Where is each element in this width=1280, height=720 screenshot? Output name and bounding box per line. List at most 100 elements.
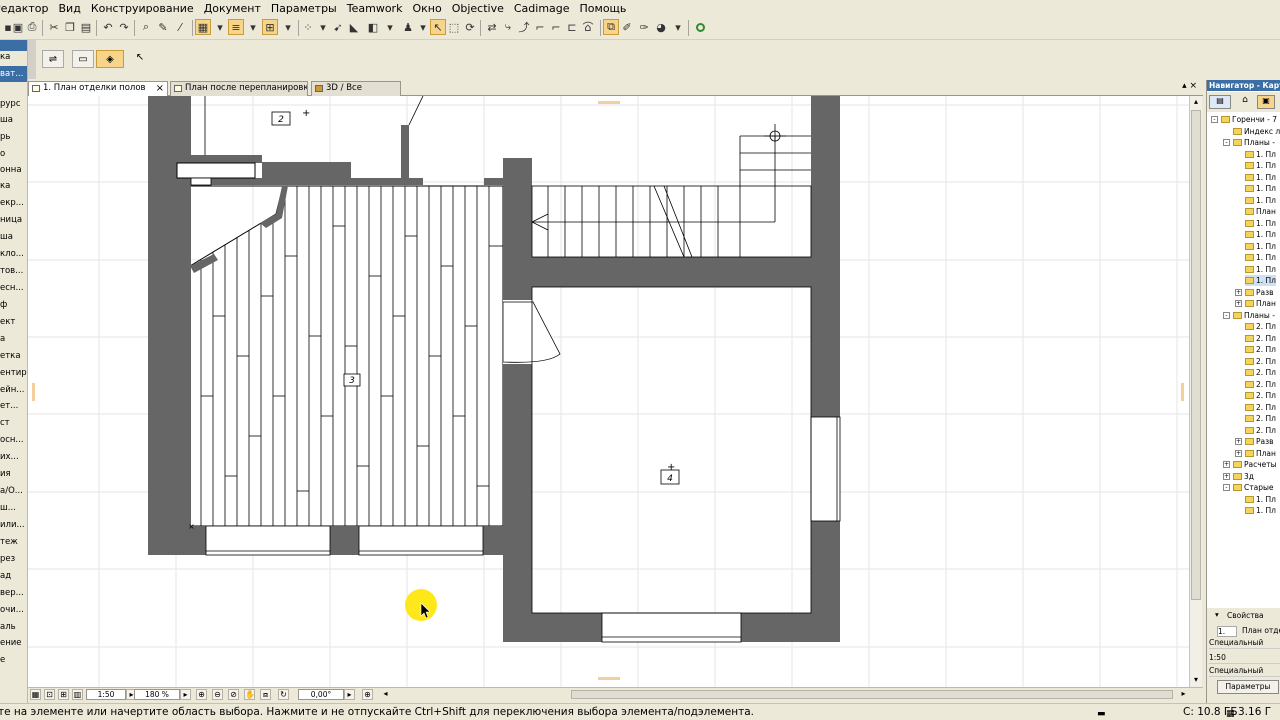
view-id-field[interactable]: 1. (1217, 626, 1237, 637)
tool-item[interactable]: вер... (0, 585, 27, 601)
tree-item[interactable]: + План (1235, 298, 1276, 309)
floor-plan-canvas[interactable]: 2 + 3 4 + × (28, 96, 1189, 687)
tool-item[interactable]: ет... (0, 398, 27, 414)
tree-item[interactable]: + Разв (1235, 436, 1274, 447)
scale-prop-field[interactable]: 1:50 (1209, 653, 1280, 664)
quick-options-icon[interactable]: ▦ (30, 689, 41, 700)
vertical-scrollbar[interactable]: ▴ ▾ (1189, 96, 1202, 687)
tree-expander-icon[interactable]: + (1223, 461, 1230, 468)
scroll-right-icon[interactable]: ▸ (1178, 689, 1189, 700)
scale-field[interactable]: 1:50 (86, 689, 126, 700)
model-icon[interactable]: ◧ (365, 19, 381, 35)
tool-item[interactable]: рурс (0, 96, 27, 112)
layer-combination-field[interactable]: Специальный (1209, 638, 1280, 649)
orientation-field[interactable]: 0,00° (298, 689, 344, 700)
tree-item[interactable]: 1. Пл (1245, 494, 1276, 505)
undo-icon[interactable]: ↶ (100, 19, 116, 35)
tool-item[interactable]: их... (0, 449, 27, 465)
view-icon[interactable]: ⧉ (603, 19, 619, 35)
tree-item[interactable]: 2. Пл (1245, 333, 1276, 344)
figure-dropdown-icon[interactable]: ▾ (415, 19, 431, 35)
tool-item-selected[interactable]: ват... (0, 66, 27, 82)
tool-item[interactable]: ш... (0, 500, 27, 516)
tool-item[interactable]: онна (0, 162, 27, 178)
tree-item[interactable]: - Планы - (1223, 137, 1275, 148)
print-icon[interactable]: ⎙ (24, 19, 40, 35)
drag-icon[interactable]: ⤴ (516, 19, 532, 35)
tree-item[interactable]: 2. Пл (1245, 425, 1276, 436)
tool-item[interactable]: ша (0, 112, 27, 128)
tree-expander-icon[interactable]: - (1223, 139, 1230, 146)
structure-display-field[interactable]: Специальный (1209, 666, 1280, 677)
tree-item[interactable]: 2. Пл (1245, 344, 1276, 355)
tool-item[interactable]: екр... (0, 195, 27, 211)
menu-design[interactable]: Конструирование (86, 2, 199, 15)
arrow-icon[interactable]: ➹ (330, 19, 346, 35)
tree-expander-icon[interactable]: + (1235, 288, 1242, 296)
floor-plan-drawing[interactable]: 2 + 3 4 + × (28, 96, 1189, 687)
house-icon[interactable]: ⌂ (580, 19, 596, 35)
tree-item[interactable]: - Горенчи - 7 (1211, 114, 1277, 125)
arrow-tool-icon[interactable]: ↖ (130, 48, 150, 66)
tree-item[interactable]: Индекс л (1233, 126, 1280, 137)
tool-item[interactable]: есн... (0, 280, 27, 296)
tree-expander-icon[interactable]: + (1235, 438, 1242, 445)
tree-expander-icon[interactable]: - (1223, 484, 1230, 491)
marquee-icon[interactable]: ⬚ (446, 19, 462, 35)
palette-dropdown-icon[interactable]: ▾ (670, 19, 686, 35)
tree-item[interactable]: 2. Пл (1245, 402, 1276, 413)
rotate-view-icon[interactable]: ↻ (278, 689, 289, 700)
tree-item[interactable]: 1. Пл (1245, 149, 1276, 160)
scroll-thumb[interactable] (1191, 110, 1201, 600)
menu-cadimage[interactable]: Cadimage (509, 2, 575, 15)
view-name-field[interactable]: План отдел (1242, 626, 1280, 635)
close-icon[interactable]: × (156, 82, 164, 95)
tree-item[interactable]: 1. Пл (1245, 275, 1276, 286)
view-map-icon[interactable]: ⌂ (1237, 95, 1253, 109)
tree-item[interactable]: 2. Пл (1245, 367, 1276, 378)
tree-item[interactable]: 1. Пл (1245, 183, 1276, 194)
scroll-left-icon[interactable]: ◂ (380, 689, 391, 700)
tool-item[interactable]: рь (0, 129, 27, 145)
redo-icon[interactable]: ↷ (116, 19, 132, 35)
tree-item[interactable]: + Разв (1235, 287, 1274, 298)
tool-item[interactable]: ентир (0, 365, 27, 381)
figure-icon[interactable]: ♟ (400, 19, 416, 35)
info-box-grip[interactable] (28, 40, 36, 79)
split-icon[interactable]: ⌐ (532, 19, 548, 35)
tree-item[interactable]: 1. Пл (1245, 160, 1276, 171)
rotate-icon[interactable]: ⟳ (462, 19, 478, 35)
tool-item[interactable]: осн... (0, 432, 27, 448)
tab-floor-finish-plan[interactable]: 1. План отделки полов × (28, 81, 168, 96)
tool-item[interactable]: а/О... (0, 483, 27, 499)
tool-item[interactable]: аль (0, 619, 27, 635)
layout-book-icon[interactable]: ▣ (1257, 95, 1275, 109)
offset-icon[interactable]: ⤷ (500, 19, 516, 35)
tool-item[interactable]: кло... (0, 246, 27, 262)
zoom-in-icon[interactable]: ⊕ (196, 689, 207, 700)
menu-options[interactable]: Параметры (266, 2, 342, 15)
brush-icon[interactable]: ✑ (636, 19, 652, 35)
palette-icon[interactable]: ◕ (653, 19, 669, 35)
tree-item[interactable]: 2. Пл (1245, 413, 1276, 424)
tab-plan-after-replanning[interactable]: План после перепланировки... (170, 81, 308, 96)
tool-item[interactable]: ка (0, 49, 27, 65)
layer-dropdown-icon[interactable]: ▾ (212, 19, 228, 35)
tree-expander-icon[interactable]: - (1223, 311, 1230, 319)
tree-item[interactable]: 1. Пл (1245, 218, 1276, 229)
tree-item[interactable]: - Планы - (1223, 310, 1275, 321)
zoom-out-icon[interactable]: ⊖ (212, 689, 223, 700)
menu-teamwork[interactable]: Teamwork (342, 2, 408, 15)
horizontal-scroll-thumb[interactable] (571, 690, 1173, 699)
rectangle-marquee-icon[interactable]: ▭ (72, 50, 94, 68)
grid-dropdown-icon[interactable]: ▾ (315, 19, 331, 35)
zoom-field[interactable]: 180 % (134, 689, 180, 700)
tree-item[interactable]: 1. Пл (1245, 241, 1276, 252)
find-select-icon[interactable]: ⌕ (138, 19, 154, 35)
project-map-icon[interactable]: ▤ (1209, 95, 1231, 109)
pen-icon[interactable]: ✐ (619, 19, 635, 35)
tree-item[interactable]: 2. Пл (1245, 390, 1276, 401)
green-circle-icon[interactable] (692, 19, 708, 35)
snap-icon[interactable]: ⊞ (262, 19, 278, 35)
tool-item[interactable]: теж (0, 534, 27, 550)
